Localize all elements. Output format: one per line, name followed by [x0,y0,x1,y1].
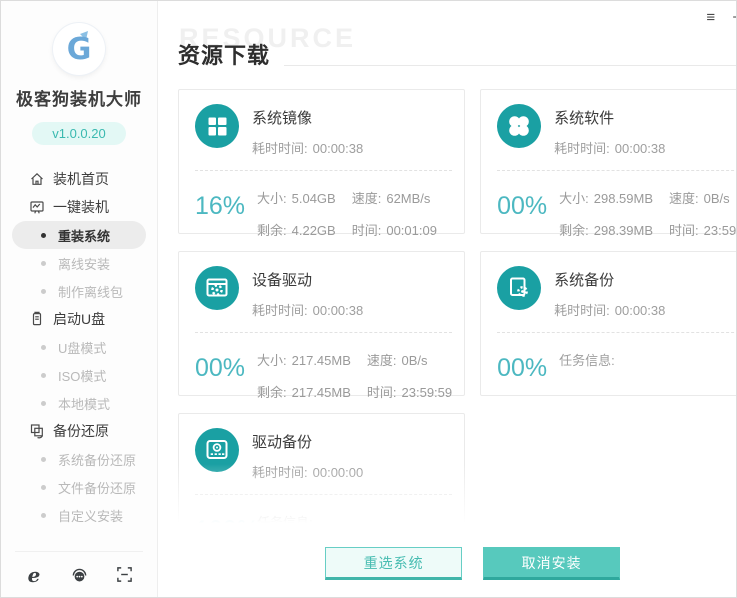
sidebar-item-boot-usb[interactable]: 启动U盘 [1,305,157,333]
version-badge: v1.0.0.20 [32,122,126,145]
stat-speed: 速度: 0B/s [366,353,428,368]
sidebar-item-label: ISO模式 [58,368,107,384]
sidebar-item-label: 离线安装 [58,256,111,272]
page-header: RESOURCE 资源下载 [178,1,736,71]
app-logo: G [53,23,105,75]
card-system-image: 系统镜像 耗时时间: 00:00:38 16% 大小: 5.04GB 速度: 62MB… [178,89,466,238]
bullet-icon [41,344,46,350]
bullet-icon [41,288,46,294]
bullet-icon [41,232,46,238]
progress-percent: 00% [195,354,246,382]
file-gear-icon [497,266,542,310]
harddrive-icon [195,428,239,472]
dog-g-logo-icon: G [67,31,92,67]
monitor-icon [29,199,45,215]
elapsed-time: 耗时时间: 00:00:38 [554,303,666,318]
footer-buttons: 重选系统 取消安装 [178,547,736,580]
scan-icon[interactable] [114,565,134,585]
sidebar-item-offline-install[interactable]: 离线安装 [1,249,157,277]
stat-time: 时间: 00:01:09 [351,223,437,238]
sidebar-item-local-mode[interactable]: 本地模式 [1,389,157,417]
sidebar-item-reinstall-system[interactable]: 重装系统 [12,221,146,249]
card-driver-backup: 驱动备份 耗时时间: 00:00:00 100% 任务信息: [178,413,466,536]
stat-remaining: 剩余: 4.22GB [257,223,336,238]
support-headset-icon[interactable] [69,565,89,585]
page-title: 资源下载 [178,43,271,68]
stat-size: 大小: 5.04GB [257,191,336,206]
bullet-icon [41,456,46,462]
sidebar-item-file-backup-restore[interactable]: 文件备份还原 [1,473,157,501]
sidebar-item-one-key-install[interactable]: 一键装机 [1,193,157,221]
reselect-system-button[interactable]: 重选系统 [325,547,463,580]
elapsed-time: 耗时时间: 00:00:38 [554,141,666,156]
card-title: 设备驱动 [252,272,313,289]
task-info-label: 任务信息: [257,515,313,530]
bullet-icon [41,260,46,266]
sidebar-item-usb-mode[interactable]: U盘模式 [1,333,157,361]
card-title: 系统备份 [554,272,615,289]
sidebar-item-label: 装机首页 [53,171,109,187]
sidebar-item-label: 制作离线包 [58,284,124,300]
home-icon [29,171,45,187]
stat-size: 大小: 298.59MB [559,191,654,206]
header-divider [284,65,736,66]
sidebar-item-label: 一键装机 [53,199,109,215]
stat-speed: 速度: 0B/s [669,191,730,206]
stat-speed: 速度: 62MB/s [351,191,431,206]
elapsed-time: 耗时时间: 00:00:38 [252,141,364,156]
card-system-software: 系统软件 耗时时间: 00:00:38 00% 大小: 298.59MB 速度: 0B… [480,89,736,238]
sidebar-item-home[interactable]: 装机首页 [1,165,157,193]
sidebar-item-label: 系统备份还原 [58,452,137,468]
apps-clover-icon [497,104,542,148]
sidebar-item-label: 重装系统 [58,228,111,244]
cards-grid: 系统镜像 耗时时间: 00:00:38 16% 大小: 5.04GB 速度: 62MB… [178,89,736,536]
main-content: ≡ − ✕ RESOURCE 资源下载 系统镜像 耗时时 [158,1,736,597]
sidebar-menu: 装机首页 一键装机 重装系统 离线安装 制作离线包 启动U盘 U盘模式 ISO模… [1,165,157,529]
sidebar-item-iso-mode[interactable]: ISO模式 [1,361,157,389]
sidebar-item-make-offline-pack[interactable]: 制作离线包 [1,277,157,305]
elapsed-time: 耗时时间: 00:00:00 [252,465,364,480]
download-cards-area: 系统镜像 耗时时间: 00:00:38 16% 大小: 5.04GB 速度: 62MB… [178,71,736,536]
cancel-install-button[interactable]: 取消安装 [483,547,621,580]
progress-percent: 00% [497,354,548,382]
bullet-icon [41,372,46,378]
stat-time: 时间:23:59:59 [366,385,453,400]
stat-remaining: 剩余: 217.45MB [257,385,351,400]
sidebar-item-custom-install[interactable]: 自定义安装 [1,501,157,529]
sidebar-item-label: 备份还原 [53,423,109,439]
backup-restore-icon [29,423,45,439]
card-device-drivers: 设备驱动 耗时时间: 00:00:38 00% 大小: 217.45MB 速度: 0B… [178,251,466,400]
app-window: G 极客狗装机大师 v1.0.0.20 装机首页 一键装机 重装系统 离线安装 … [0,0,737,598]
progress-percent: 16% [195,192,246,220]
progress-percent: 100% [195,516,259,536]
sidebar: G 极客狗装机大师 v1.0.0.20 装机首页 一键装机 重装系统 离线安装 … [1,1,158,597]
card-title: 系统软件 [554,110,615,127]
app-name: 极客狗装机大师 [16,90,142,109]
svg-text:G: G [67,32,92,67]
bullet-icon [41,484,46,490]
browser-icon[interactable]: e [24,565,44,585]
driver-box-icon [195,266,239,310]
usb-icon [29,311,45,327]
sidebar-item-label: U盘模式 [58,340,107,356]
progress-percent: 00% [497,192,548,220]
stat-time: 时间:23:59:59 [669,223,737,238]
card-title: 驱动备份 [252,434,313,451]
sidebar-item-label: 文件备份还原 [58,480,137,496]
sidebar-item-system-backup-restore[interactable]: 系统备份还原 [1,445,157,473]
elapsed-time: 耗时时间: 00:00:38 [252,303,364,318]
task-info-label: 任务信息: [559,353,615,368]
bullet-icon [41,512,46,518]
card-title: 系统镜像 [252,110,313,127]
stat-size: 大小: 217.45MB [257,353,351,368]
sidebar-item-label: 本地模式 [58,396,111,412]
sidebar-item-backup-restore[interactable]: 备份还原 [1,417,157,445]
sidebar-item-label: 自定义安装 [58,508,124,524]
stat-remaining: 剩余: 298.39MB [559,223,654,238]
sidebar-footer: e [15,551,143,597]
bullet-icon [41,400,46,406]
sidebar-item-label: 启动U盘 [53,311,106,327]
card-system-backup: 系统备份 耗时时间: 00:00:38 00% 任务信息: [480,251,736,396]
windows-icon [195,104,239,148]
